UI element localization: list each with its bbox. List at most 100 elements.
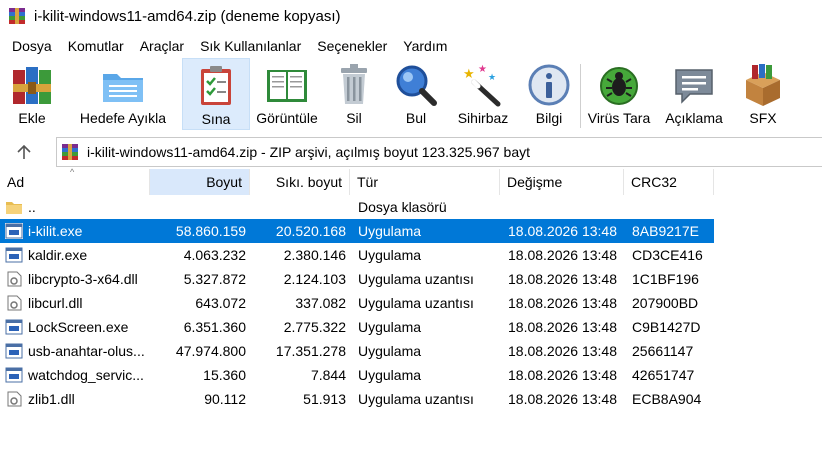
- menu-secenekler[interactable]: Seçenekler: [309, 36, 395, 56]
- address-field[interactable]: i-kilit-windows11-amd64.zip - ZIP arşivi…: [56, 137, 822, 167]
- file-name: zlib1.dll: [28, 391, 75, 407]
- table-row[interactable]: zlib1.dll 90.112 51.913 Uygulama uzantıs…: [0, 387, 822, 411]
- file-crc: C9B1427D: [632, 319, 701, 335]
- table-row[interactable]: usb-anahtar-olus... 47.974.800 17.351.27…: [0, 339, 822, 363]
- magnifier-icon: [396, 65, 437, 106]
- menu-sik-kullanilanlar[interactable]: Sık Kullanılanlar: [192, 36, 309, 56]
- column-header-packed-label: Sıkı. boyut: [275, 174, 342, 190]
- column-header-name[interactable]: Ad ^: [0, 167, 150, 195]
- file-type: Uygulama: [358, 343, 422, 359]
- test-button[interactable]: Sına: [182, 58, 250, 130]
- comment-bubble-icon: [675, 69, 713, 104]
- address-text: i-kilit-windows11-amd64.zip - ZIP arşivi…: [87, 144, 531, 160]
- file-crc: 25661147: [632, 343, 694, 359]
- file-packed-size: 17.351.278: [275, 343, 346, 359]
- svg-text:★: ★: [488, 73, 496, 83]
- file-size: 4.063.232: [183, 247, 246, 263]
- file-name: usb-anahtar-olus...: [28, 343, 145, 359]
- column-header-type[interactable]: Tür: [350, 169, 500, 195]
- column-headers: Ad ^ Boyut Sıkı. boyut Tür Değişme CRC32: [0, 167, 822, 195]
- file-list: .. Dosya klasörü i-kilit.exe 58.860.159 …: [0, 195, 822, 411]
- file-type: Uygulama uzantısı: [358, 295, 474, 311]
- file-packed-size: 20.520.168: [275, 223, 346, 239]
- table-row[interactable]: LockScreen.exe 6.351.360 2.775.322 Uygul…: [0, 315, 822, 339]
- file-type: Uygulama: [358, 319, 422, 335]
- column-header-size[interactable]: Boyut: [150, 169, 250, 195]
- info-icon: [528, 64, 570, 106]
- menu-araclar[interactable]: Araçlar: [132, 36, 192, 56]
- file-size: [150, 195, 246, 219]
- file-modified: 18.08.2026 13:48: [508, 319, 617, 335]
- wizard-button-label: Sihirbaz: [457, 110, 509, 126]
- file-crc: CD3CE416: [632, 247, 703, 263]
- extract-to-button[interactable]: Hedefe Ayıkla: [64, 58, 182, 130]
- menu-yardim[interactable]: Yardım: [395, 36, 455, 56]
- winrar-app-icon: [9, 8, 25, 24]
- toolbar: Ekle Hedefe Ayıkla Sına Görüntüle Sil Bu…: [0, 58, 822, 134]
- table-row[interactable]: kaldir.exe 4.063.232 2.380.146 Uygulama …: [0, 243, 822, 267]
- file-crc: [632, 195, 712, 219]
- file-packed-size: 51.913: [303, 391, 346, 407]
- table-row[interactable]: watchdog_servic... 15.360 7.844 Uygulama…: [0, 363, 822, 387]
- comment-button[interactable]: Açıklama: [657, 58, 731, 130]
- book-view-icon: [267, 70, 307, 102]
- table-row[interactable]: libcurl.dll 643.072 337.082 Uygulama uza…: [0, 291, 822, 315]
- test-button-label: Sına: [201, 111, 231, 127]
- column-header-modified[interactable]: Değişme: [500, 169, 624, 195]
- file-name: kaldir.exe: [28, 247, 88, 263]
- file-type: Uygulama: [358, 223, 422, 239]
- virus-scan-button[interactable]: Virüs Tara: [581, 58, 657, 130]
- sfx-button[interactable]: SFX: [731, 58, 795, 130]
- exe-icon: [5, 343, 23, 359]
- file-modified: 18.08.2026 13:48: [508, 391, 617, 407]
- file-modified: 18.08.2026 13:48: [508, 271, 617, 287]
- books-add-icon: [13, 67, 51, 104]
- file-type: Dosya klasörü: [358, 199, 447, 215]
- zip-archive-icon: [62, 144, 78, 160]
- column-header-packed[interactable]: Sıkı. boyut: [250, 169, 350, 195]
- extract-to-button-label: Hedefe Ayıkla: [79, 110, 167, 126]
- add-button[interactable]: Ekle: [0, 58, 64, 130]
- sort-arrow-icon: ^: [70, 167, 75, 177]
- menu-komutlar[interactable]: Komutlar: [60, 36, 132, 56]
- file-crc: 42651747: [632, 367, 695, 383]
- find-button[interactable]: Bul: [384, 58, 448, 130]
- file-crc: ECB8A904: [632, 391, 702, 407]
- up-button[interactable]: [10, 138, 38, 166]
- file-packed-size: 7.844: [310, 367, 346, 383]
- file-modified: 18.08.2026 13:48: [508, 247, 617, 263]
- file-type: Uygulama uzantısı: [358, 271, 474, 287]
- file-type: Uygulama: [358, 367, 422, 383]
- file-type: Uygulama: [358, 247, 422, 263]
- find-button-label: Bul: [405, 110, 427, 126]
- info-button[interactable]: Bilgi: [518, 58, 580, 130]
- column-header-crc[interactable]: CRC32: [624, 169, 714, 195]
- file-size: 47.974.800: [175, 343, 246, 359]
- file-size: 90.112: [204, 391, 246, 407]
- column-header-crc-label: CRC32: [631, 174, 677, 190]
- sfx-box-icon: [746, 64, 780, 106]
- file-packed-size: 2.124.103: [283, 271, 346, 287]
- table-row[interactable]: libcrypto-3-x64.dll 5.327.872 2.124.103 …: [0, 267, 822, 291]
- table-row-selected[interactable]: i-kilit.exe 58.860.159 20.520.168 Uygula…: [0, 219, 822, 243]
- view-button[interactable]: Görüntüle: [250, 58, 324, 130]
- svg-text:★: ★: [478, 64, 487, 75]
- file-name: watchdog_servic...: [28, 367, 144, 383]
- file-modified: 18.08.2026 13:48: [508, 223, 617, 239]
- menu-dosya[interactable]: Dosya: [4, 36, 60, 56]
- sfx-button-label: SFX: [749, 110, 777, 126]
- wizard-button[interactable]: ★ ★ ★ Sihirbaz: [448, 58, 518, 130]
- file-name: libcrypto-3-x64.dll: [28, 271, 138, 287]
- add-button-label: Ekle: [18, 110, 46, 126]
- column-header-type-label: Tür: [357, 174, 378, 190]
- table-row[interactable]: .. Dosya klasörü: [0, 195, 822, 219]
- exe-icon: [5, 367, 23, 383]
- dll-icon: [7, 271, 22, 287]
- address-bar: i-kilit-windows11-amd64.zip - ZIP arşivi…: [0, 136, 822, 168]
- clipboard-check-icon: [201, 66, 231, 105]
- folder-extract-icon: [103, 74, 143, 102]
- delete-button[interactable]: Sil: [324, 58, 384, 130]
- file-packed-size: 2.775.322: [283, 319, 346, 335]
- file-crc: 8AB9217E: [632, 223, 699, 239]
- file-crc: 1C1BF196: [632, 271, 699, 287]
